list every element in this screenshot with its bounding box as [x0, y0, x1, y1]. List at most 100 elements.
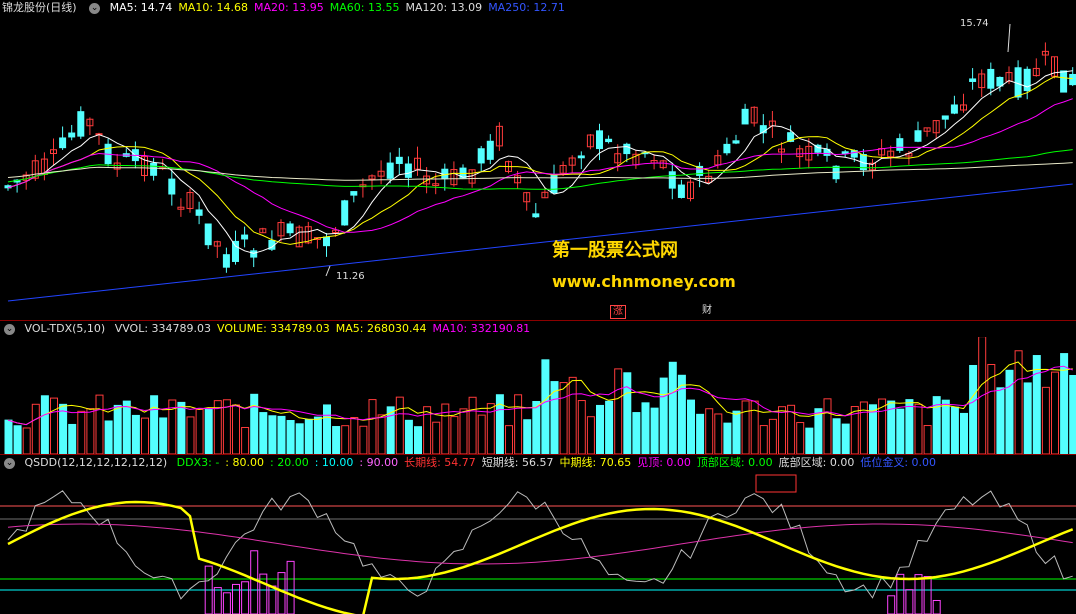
volume-bar: [1060, 353, 1069, 454]
volume-bar: [95, 394, 104, 454]
volume-bar: [368, 399, 377, 454]
volume-bar: [50, 397, 58, 454]
qsdd-bar: [905, 589, 914, 614]
volume-bar: [541, 359, 550, 454]
volume-bar: [195, 408, 204, 454]
volume-bar: [987, 363, 996, 454]
qsdd-legend-item-8: 见顶: 0.00: [637, 456, 691, 469]
qsdd-legend-item-2: : 20.00: [270, 456, 309, 469]
volume-bar: [586, 416, 595, 454]
volume-bar: [177, 401, 186, 454]
volume-bar: [341, 425, 350, 454]
candle-body: [404, 163, 412, 178]
volume-bar: [450, 416, 459, 454]
volume-bar: [232, 404, 240, 454]
volume-bar: [641, 402, 650, 454]
volume-chart[interactable]: [0, 337, 1076, 454]
volume-bar: [131, 414, 140, 454]
candle-body: [477, 148, 485, 164]
info-tag-zhang[interactable]: 涨: [610, 305, 626, 319]
qsdd-bar: [887, 595, 896, 614]
volume-legend-item-0: VVOL: 334789.03: [114, 322, 212, 335]
volume-bar: [113, 404, 122, 454]
qsdd-legend-item-0: DDX3: -: [176, 456, 220, 469]
volume-bar: [687, 399, 695, 454]
candle-body: [741, 108, 749, 125]
volume-bar: [350, 417, 359, 454]
candle-body: [896, 138, 904, 151]
price-chart[interactable]: 15.74 11.26 第一股票公式网 www.chnmoney.com 涨 财: [0, 16, 1076, 320]
volume-bar: [841, 423, 850, 454]
info-tag-cai[interactable]: 财: [700, 305, 714, 317]
volume-bar: [414, 426, 422, 454]
volume-bar: [514, 394, 523, 454]
qsdd-bar: [923, 576, 932, 614]
candle-body: [386, 162, 394, 179]
qsdd-legend-item-6: 短期线: 56.57: [481, 456, 554, 469]
watermark-title: 第一股票公式网: [552, 240, 678, 261]
volume-bar: [696, 413, 705, 454]
qsdd-legend-item-4: : 90.00: [359, 456, 399, 469]
candle-body: [150, 162, 158, 176]
volume-bar: [759, 425, 768, 454]
chevron-down-icon[interactable]: ⌄: [89, 2, 101, 14]
ma5-line: [7, 70, 1073, 254]
chevron-down-icon[interactable]: ⌄: [4, 323, 15, 335]
candle-body: [950, 104, 958, 114]
candle-body: [969, 78, 977, 82]
high-marker: [1007, 23, 1011, 53]
volume-bar: [323, 404, 331, 454]
volume-bar: [632, 412, 641, 454]
qsdd-legend-item-1: : 80.00: [225, 456, 264, 469]
volume-bar: [823, 398, 832, 454]
volume-bar: [332, 426, 341, 454]
volume-bar: [377, 414, 386, 454]
volume-bar: [605, 400, 614, 454]
ma-legend-item-2: MA20: 13.95: [254, 1, 324, 14]
candle-body: [532, 213, 540, 218]
qsdd-legend-item-11: 低位金叉: 0.00: [860, 456, 937, 469]
candle-body: [241, 234, 249, 240]
low-marker: [325, 265, 331, 277]
volume-bar: [1005, 369, 1014, 454]
volume-bar: [950, 406, 959, 454]
volume-bar: [104, 420, 113, 454]
volume-bar: [768, 418, 777, 454]
volume-bar: [77, 410, 86, 454]
volume-bar: [31, 403, 40, 454]
candle-body: [914, 130, 922, 142]
volume-bar: [577, 400, 586, 454]
long-term-line: [7, 523, 1073, 565]
volume-bar: [1023, 382, 1032, 454]
candle-body: [250, 250, 258, 258]
candle-body: [1060, 70, 1068, 93]
candle-body: [732, 140, 740, 144]
candle-body: [323, 236, 330, 247]
price-header: 锦龙股份(日线) ⌄ MA5: 14.74 MA10: 14.68 MA20: 13…: [0, 0, 577, 16]
watermark-url: www.chnmoney.com: [552, 272, 736, 291]
volume-bar: [259, 412, 268, 454]
volume-bar: [923, 425, 932, 454]
volume-bar: [286, 420, 295, 454]
qsdd-bar: [213, 587, 222, 614]
volume-bar: [159, 417, 168, 454]
volume-bar: [914, 403, 923, 454]
candle-body: [350, 191, 358, 196]
candlestick-chart: [4, 23, 1076, 302]
volume-bar: [805, 427, 814, 454]
qsdd-bar: [222, 592, 231, 614]
candle-body: [168, 178, 176, 195]
volume-bar: [705, 408, 714, 454]
volume-bar: [960, 412, 968, 454]
chevron-down-icon[interactable]: ⌄: [4, 457, 15, 469]
volume-bar: [40, 395, 49, 454]
qsdd-legend-item-3: : 10.00: [314, 456, 354, 469]
candle-body: [59, 137, 67, 149]
volume-bar: [1041, 386, 1050, 454]
volume-bar: [68, 423, 77, 454]
qsdd-legend-item-10: 底部区域: 0.00: [778, 456, 855, 469]
qsdd-header: ⌄ QSDD(12,12,12,12,12,12) DDX3: -: 80.00…: [0, 455, 948, 471]
volume-bar: [650, 407, 659, 454]
volume-bar: [623, 372, 632, 454]
qsdd-chart[interactable]: [0, 471, 1076, 614]
